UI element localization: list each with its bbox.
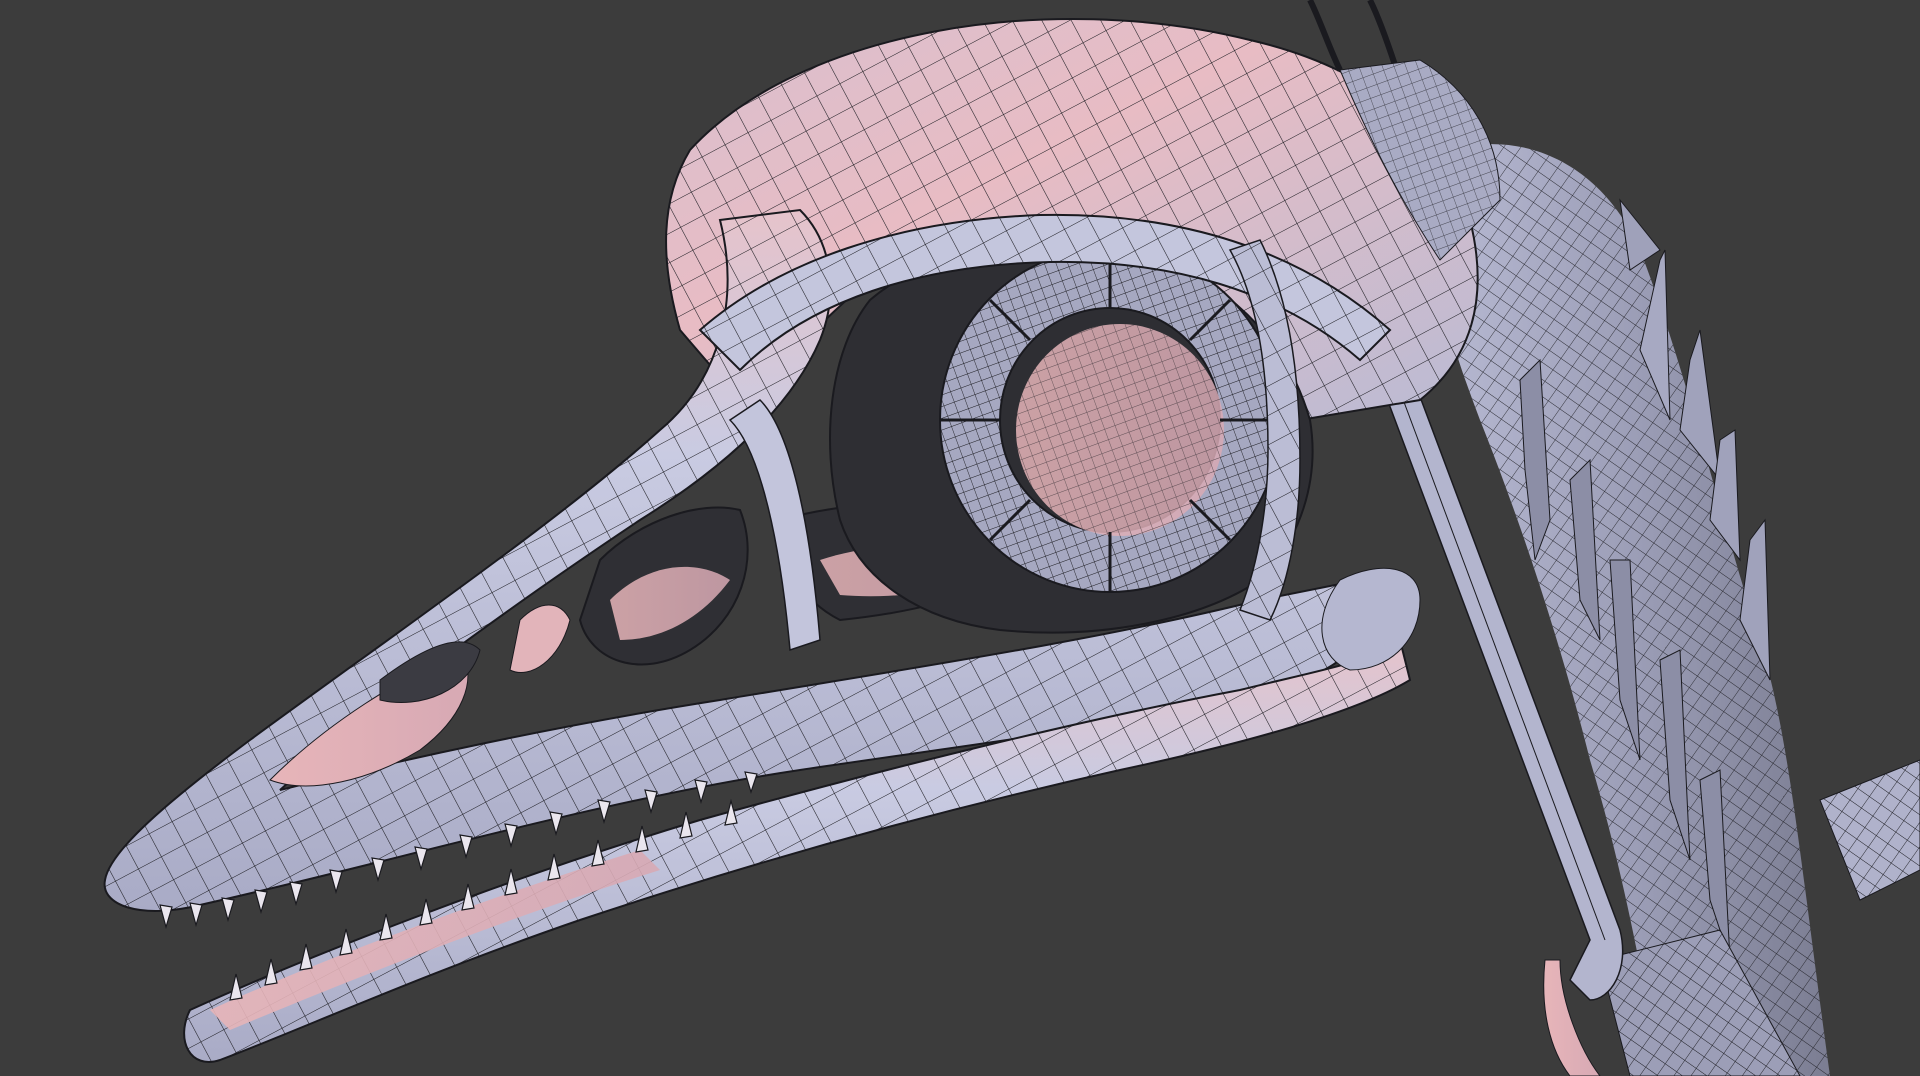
render-canvas xyxy=(0,0,1920,1076)
3d-viewport[interactable] xyxy=(0,0,1920,1076)
